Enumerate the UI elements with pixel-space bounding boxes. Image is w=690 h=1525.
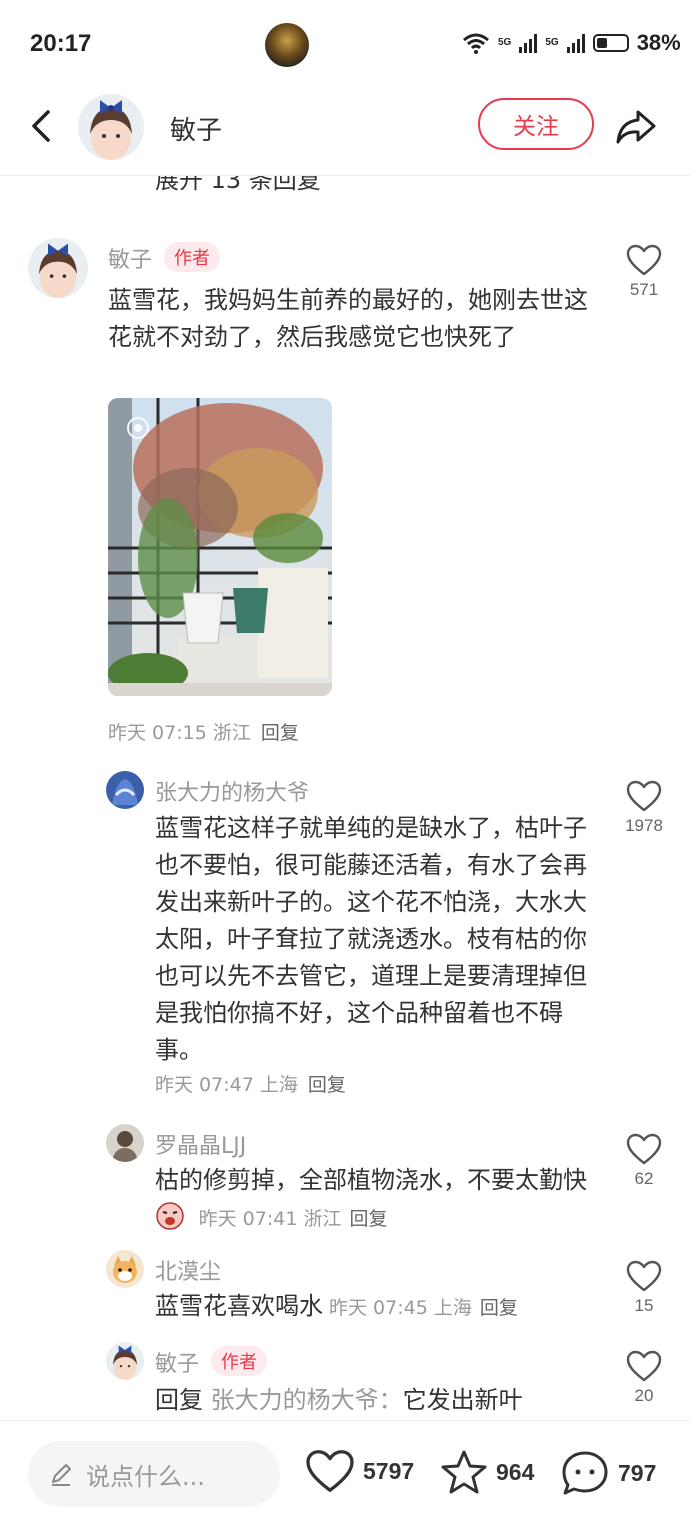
like-total: 5797 (363, 1457, 415, 1484)
heart-icon[interactable] (626, 1350, 662, 1382)
wifi-icon (463, 33, 489, 54)
comment-like[interactable]: 62 (614, 1133, 674, 1189)
pencil-icon (52, 1464, 71, 1486)
network-label-2: 5G (545, 37, 559, 48)
avatar[interactable] (106, 771, 144, 809)
reply-prefix: 回复 (155, 1386, 203, 1414)
comment-text-content: 枯的修剪掉，全部植物浇水，不要太勤快 (155, 1166, 587, 1194)
heart-icon[interactable] (626, 780, 662, 812)
status-time: 20:17 (30, 30, 92, 57)
comment-like[interactable]: 20 (614, 1350, 674, 1406)
comment-text: 枯的修剪掉，全部植物浇水，不要太勤快 昨天 07:41 浙江 回复 (155, 1162, 600, 1238)
like-count: 20 (634, 1386, 654, 1405)
comment-meta: 昨天 07:41 浙江 回复 (199, 1208, 388, 1230)
like-count: 62 (634, 1169, 654, 1188)
bottom-action-bar: 说点什么... 5797 964 797 (0, 1420, 690, 1525)
comment-text-content: 它发出新叶 (402, 1386, 523, 1414)
comment-username[interactable]: 罗晶晶LJJ (155, 1128, 246, 1160)
avatar[interactable] (28, 238, 88, 298)
top-nav: 敏子 关注 (0, 88, 690, 176)
comment-username[interactable]: 张大力的杨大爷 (155, 775, 309, 807)
comment-meta: 昨天 07:45 上海 回复 (329, 1297, 518, 1319)
share-icon[interactable] (612, 102, 660, 150)
comment-username-text: 敏子 (155, 1352, 200, 1377)
heart-icon[interactable] (626, 244, 662, 276)
like-count: 1978 (625, 816, 663, 835)
avatar[interactable] (106, 1124, 144, 1162)
comment-button[interactable]: 797 (560, 1449, 656, 1497)
reply-button[interactable]: 回复 (349, 1208, 387, 1230)
author-badge: 作者 (164, 242, 221, 272)
comment-username-text: 敏子 (108, 248, 153, 273)
comment-username[interactable]: 北漠尘 (155, 1254, 221, 1286)
signal-bars-1 (519, 33, 538, 53)
reply-button[interactable]: 回复 (261, 722, 299, 744)
avatar[interactable] (106, 1250, 144, 1288)
follow-button[interactable]: 关注 (478, 98, 594, 150)
comment-text: 蓝雪花喜欢喝水 昨天 07:45 上海 回复 (155, 1288, 600, 1327)
comment-text-content: 蓝雪花喜欢喝水 (155, 1292, 323, 1320)
comment-time: 昨天 07:45 上海 (329, 1297, 472, 1319)
comment-time: 昨天 07:15 浙江 (108, 722, 251, 744)
avatar[interactable] (106, 1342, 144, 1380)
favorite-button[interactable]: 964 (440, 1449, 534, 1495)
comment-like[interactable]: 571 (614, 244, 674, 300)
comment-input[interactable]: 说点什么... (28, 1441, 280, 1507)
network-label-1: 5G (498, 37, 512, 48)
comment-input-placeholder: 说点什么... (86, 1462, 205, 1491)
emoji-icon (156, 1202, 184, 1230)
like-count: 571 (629, 280, 659, 299)
like-button[interactable]: 5797 (305, 1449, 414, 1493)
signal-bars-2 (566, 33, 585, 53)
comment-like[interactable]: 1978 (614, 780, 674, 836)
star-icon (441, 1450, 487, 1494)
heart-icon (306, 1450, 354, 1492)
reply-to-user[interactable]: 张大力的杨大爷： (211, 1386, 403, 1414)
status-bar: 20:17 5G 5G 38% (0, 0, 690, 88)
battery-percent: 38% (636, 30, 681, 55)
author-avatar[interactable] (78, 94, 144, 160)
reply-button[interactable]: 回复 (480, 1297, 518, 1319)
comment-username[interactable]: 敏子 作者 (155, 1346, 268, 1378)
comment-like[interactable]: 15 (614, 1260, 674, 1316)
comment-text: 蓝雪花，我妈妈生前养的最好的，她刚去世这花就不对劲了，然后我感觉它也快死了 (108, 286, 588, 351)
status-app-icon (265, 23, 309, 67)
reply-button[interactable]: 回复 (308, 1074, 346, 1096)
comment-meta: 昨天 07:47 上海 回复 (155, 1070, 346, 1097)
comment-text: 蓝雪花这样子就单纯的是缺水了，枯叶子也不要怕，很可能藤还活着，有水了会再发出来新… (155, 814, 587, 1064)
comment-photo[interactable] (108, 398, 332, 696)
favorite-total: 964 (496, 1458, 535, 1485)
author-badge: 作者 (211, 1346, 268, 1376)
back-icon[interactable] (22, 106, 62, 146)
comment-time: 昨天 07:41 浙江 (198, 1208, 342, 1230)
comment-text: 回复 张大力的杨大爷：它发出新叶 (155, 1382, 600, 1419)
battery-icon (592, 34, 629, 52)
comment-username[interactable]: 敏子 作者 (108, 242, 221, 274)
comment-time: 昨天 07:47 上海 (155, 1074, 298, 1096)
like-count: 15 (634, 1296, 654, 1315)
comment-icon (562, 1451, 608, 1495)
author-name[interactable]: 敏子 (170, 110, 222, 147)
heart-icon[interactable] (626, 1133, 662, 1165)
heart-icon[interactable] (626, 1260, 662, 1292)
comment-meta: 昨天 07:15 浙江 回复 (108, 718, 299, 745)
comment-total: 797 (618, 1459, 657, 1486)
status-indicators: 5G 5G 38% (462, 28, 681, 58)
